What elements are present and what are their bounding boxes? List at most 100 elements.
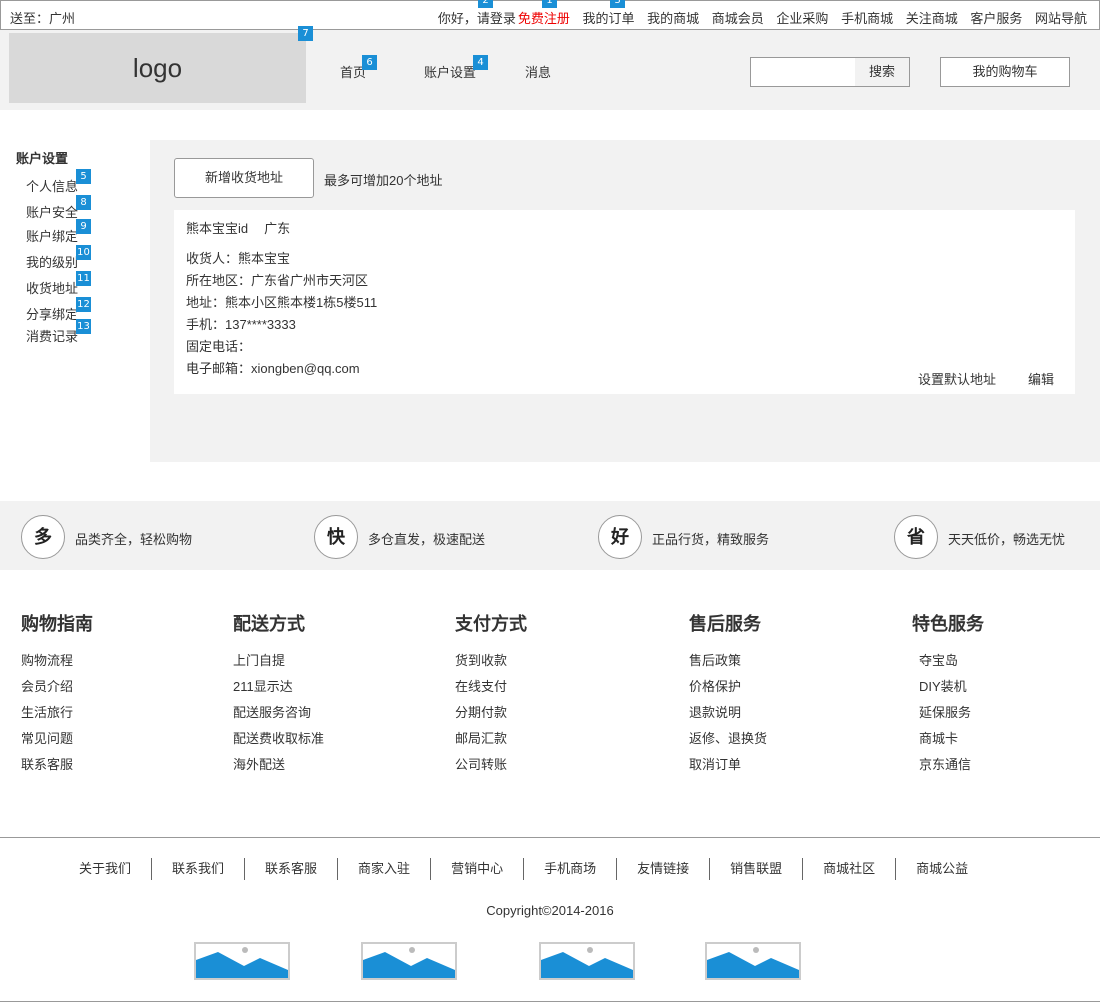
image-placeholder-icon [361,942,457,980]
address-phone: 固定电话： [186,339,252,354]
address-detail: 地址：熊本小区熊本楼1栋5楼511 [186,295,378,310]
sidebar-item-personal-info[interactable]: 个人信息 [26,176,78,195]
annotation-badge: 8 [76,195,91,210]
search-box: 搜索 [750,57,910,87]
footer-column-title: 售后服务 [689,614,761,634]
sidebar-item-spending[interactable]: 消费记录 [26,326,78,345]
footer-column-delivery: 配送方式 上门自提 211显示达 配送服务咨询 配送费收取标准 海外配送 [233,610,324,780]
address-area: 所在地区：广东省广州市天河区 [186,273,369,288]
footer-link[interactable]: DIY装机 [912,676,984,702]
logo[interactable]: logo [9,33,306,103]
add-address-button[interactable]: 新增收货地址 [174,158,314,198]
footer-link[interactable]: 夺宝岛 [912,650,984,676]
bottom-link-contact[interactable]: 联系我们 [152,858,246,880]
sidebar-item-binding[interactable]: 账户绑定 [26,226,78,245]
footer-link[interactable]: 返修、退换货 [689,728,767,754]
footer-link[interactable]: 211显示达 [233,676,324,702]
footer-link[interactable]: 商城卡 [912,728,984,754]
sidebar-item-security[interactable]: 账户安全 [26,202,78,221]
address-receiver: 收货人：熊本宝宝 [186,251,291,266]
nav-account-settings[interactable]: 账户设置 [424,62,476,81]
sidebar-item-address[interactable]: 收货地址 [26,278,78,297]
bottom-link-marketing[interactable]: 营销中心 [431,858,525,880]
feature-text: 品类齐全，轻松购物 [75,532,193,547]
my-orders-link[interactable]: 我的订单 [583,11,635,26]
sidebar-item-share[interactable]: 分享绑定 [26,304,78,323]
footer-link[interactable]: 上门自提 [233,650,324,676]
footer-link[interactable]: 邮局汇款 [455,728,527,754]
footer-link[interactable]: 货到收款 [455,650,527,676]
cart-button[interactable]: 我的购物车 [940,57,1070,87]
footer-column-aftersales: 售后服务 售后政策 价格保护 退款说明 返修、退换货 取消订单 [689,610,767,780]
copyright: Copyright©2014-2016 [486,903,614,918]
footer-link[interactable]: 价格保护 [689,676,767,702]
footer-link[interactable]: 京东通信 [912,754,984,780]
bottom-link-community[interactable]: 商城社区 [803,858,897,880]
customer-service-link[interactable]: 客户服务 [970,11,1022,26]
annotation-badge: 9 [76,219,91,234]
annotation-badge: 6 [362,55,377,70]
footer-link[interactable]: 退款说明 [689,702,767,728]
sidebar-item-level[interactable]: 我的级别 [26,252,78,271]
footer-link[interactable]: 会员介绍 [21,676,93,702]
footer-link[interactable]: 联系客服 [21,754,93,780]
edit-address-link[interactable]: 编辑 [1028,369,1054,388]
footer-column-title: 支付方式 [455,614,527,634]
features-strip: 多 品类齐全，轻松购物 快 多仓直发，极速配送 好 正品行货，精致服务 省 天天… [0,501,1100,570]
footer-link[interactable]: 延保服务 [912,702,984,728]
address-panel: 新增收货地址 最多可增加20个地址 熊本宝宝id 广东 收货人：熊本宝宝 所在地区… [150,140,1100,462]
bottom-link-about[interactable]: 关于我们 [59,858,153,880]
footer-link[interactable]: 常见问题 [21,728,93,754]
bottom-link-mobile[interactable]: 手机商场 [524,858,618,880]
annotation-badge: 7 [298,26,313,41]
footer-link[interactable]: 公司转账 [455,754,527,780]
footer-link[interactable]: 取消订单 [689,754,767,780]
footer-column-special: 特色服务 夺宝岛 DIY装机 延保服务 商城卡 京东通信 [912,610,984,780]
address-card-header: 熊本宝宝id 广东 [186,218,290,237]
follow-mall-link[interactable]: 关注商城 [906,11,958,26]
set-default-address-link[interactable]: 设置默认地址 [918,369,996,388]
feature-icon: 省 [894,515,938,559]
footer-column-title: 特色服务 [912,614,984,634]
bottom-link-merchant[interactable]: 商家入驻 [338,858,432,880]
feature-icon: 快 [314,515,358,559]
annotation-badge: 11 [76,271,91,286]
image-placeholder-icon [539,942,635,980]
feature-text: 天天低价，畅选无忧 [948,532,1066,547]
login-link[interactable]: 你好，请登录 [438,11,516,26]
feature-text: 正品行货，精致服务 [652,532,770,547]
footer-link[interactable]: 配送服务咨询 [233,702,324,728]
annotation-badge: 4 [473,55,488,70]
image-placeholder-icon [705,942,801,980]
nav-messages[interactable]: 消息 [525,62,551,81]
footer-link[interactable]: 售后政策 [689,650,767,676]
register-link[interactable]: 免费注册 [518,11,570,26]
footer-link[interactable]: 在线支付 [455,676,527,702]
address-card: 熊本宝宝id 广东 收货人：熊本宝宝 所在地区：广东省广州市天河区 地址：熊本小区… [174,210,1075,394]
enterprise-purchase-link[interactable]: 企业采购 [776,11,828,26]
bottom-link-service[interactable]: 联系客服 [245,858,339,880]
annotation-badge: 10 [76,245,91,260]
bottom-link-friends[interactable]: 友情链接 [617,858,711,880]
bottom-link-charity[interactable]: 商城公益 [896,858,988,880]
footer-link[interactable]: 分期付款 [455,702,527,728]
image-placeholder-icon [194,942,290,980]
footer-link[interactable]: 生活旅行 [21,702,93,728]
footer-link[interactable]: 配送费收取标准 [233,728,324,754]
mobile-mall-link[interactable]: 手机商城 [841,11,893,26]
footer-link[interactable]: 购物流程 [21,650,93,676]
feature-text: 多仓直发，极速配送 [368,532,486,547]
mall-member-link[interactable]: 商城会员 [712,11,764,26]
annotation-badge: 1 [542,0,557,8]
my-mall-link[interactable]: 我的商城 [647,11,699,26]
annotation-badge: 12 [76,297,91,312]
bottom-link-alliance[interactable]: 销售联盟 [710,858,804,880]
ship-to-location[interactable]: 送至：广州 [10,8,75,27]
site-nav-link[interactable]: 网站导航 [1035,11,1087,26]
annotation-badge: 2 [478,0,493,8]
search-button[interactable]: 搜索 [855,58,909,86]
footer-link[interactable]: 海外配送 [233,754,324,780]
address-region-tag: 广东 [264,221,291,236]
sidebar-title: 账户设置 [16,151,69,166]
search-input[interactable] [751,58,855,86]
